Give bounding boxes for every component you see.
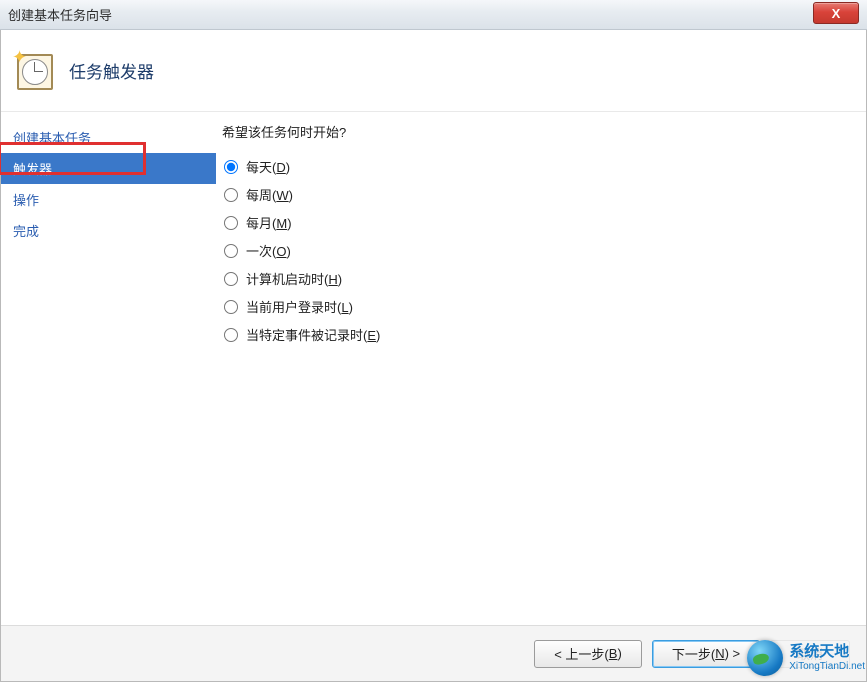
option-daily-label[interactable]: 每天(D) (246, 157, 290, 176)
option-monthly-row[interactable]: 每月(M) (222, 213, 846, 232)
wizard-content: 希望该任务何时开始? 每天(D) 每周(W) 每月(M) 一次(O) 计算机启动… (216, 112, 866, 625)
option-on-startup-label[interactable]: 计算机启动时(H) (246, 269, 342, 288)
cancel-button[interactable]: 取消 (770, 640, 850, 668)
close-icon: X (832, 6, 841, 21)
sidebar-step-trigger[interactable]: 触发器 (1, 153, 216, 184)
next-button[interactable]: 下一步(N) > (652, 640, 760, 668)
option-once-row[interactable]: 一次(O) (222, 241, 846, 260)
wizard-steps-sidebar: 创建基本任务 触发器 操作 完成 (1, 112, 216, 625)
option-on-event-radio[interactable] (224, 328, 238, 342)
window-title: 创建基本任务向导 (8, 5, 112, 24)
option-daily-row[interactable]: 每天(D) (222, 157, 846, 176)
titlebar: 创建基本任务向导 X (0, 0, 867, 30)
option-weekly-radio[interactable] (224, 188, 238, 202)
close-button[interactable]: X (813, 2, 859, 24)
sidebar-step-finish[interactable]: 完成 (1, 215, 216, 246)
sidebar-step-create-basic-task[interactable]: 创建基本任务 (1, 122, 216, 153)
option-daily-radio[interactable] (224, 160, 238, 174)
trigger-question: 希望该任务何时开始? (222, 122, 846, 141)
option-on-event-row[interactable]: 当特定事件被记录时(E) (222, 325, 846, 344)
option-on-startup-row[interactable]: 计算机启动时(H) (222, 269, 846, 288)
wizard-body: 创建基本任务 触发器 操作 完成 希望该任务何时开始? 每天(D) 每周(W) … (1, 112, 866, 625)
option-on-startup-radio[interactable] (224, 272, 238, 286)
option-monthly-label[interactable]: 每月(M) (246, 213, 292, 232)
option-weekly-label[interactable]: 每周(W) (246, 185, 293, 204)
sidebar-step-action[interactable]: 操作 (1, 184, 216, 215)
wizard-frame: ✦ 任务触发器 创建基本任务 触发器 操作 完成 希望该任务何时开始? 每天(D… (0, 30, 867, 682)
wizard-header: ✦ 任务触发器 (1, 30, 866, 112)
option-weekly-row[interactable]: 每周(W) (222, 185, 846, 204)
option-on-logon-label[interactable]: 当前用户登录时(L) (246, 297, 353, 316)
option-once-radio[interactable] (224, 244, 238, 258)
scheduled-task-icon: ✦ (15, 50, 57, 92)
option-on-event-label[interactable]: 当特定事件被记录时(E) (246, 325, 380, 344)
option-on-logon-row[interactable]: 当前用户登录时(L) (222, 297, 846, 316)
back-button[interactable]: < 上一步(B) (534, 640, 642, 668)
option-on-logon-radio[interactable] (224, 300, 238, 314)
option-once-label[interactable]: 一次(O) (246, 241, 291, 260)
page-title: 任务触发器 (69, 58, 154, 83)
wizard-footer: < 上一步(B) 下一步(N) > 取消 (1, 625, 866, 681)
option-monthly-radio[interactable] (224, 216, 238, 230)
